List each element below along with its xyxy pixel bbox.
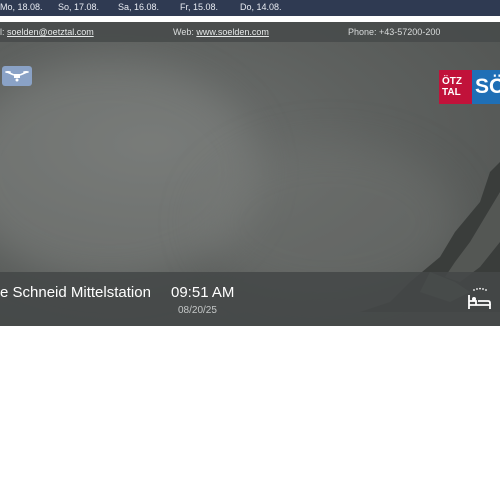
drone-icon[interactable] bbox=[2, 66, 32, 86]
archive-date-link[interactable]: Sa, 16.08. bbox=[118, 2, 159, 12]
email-prefix: l: bbox=[0, 27, 8, 37]
logo-line1: ÖTZ bbox=[442, 76, 462, 87]
webcam-image: l: soelden@oetztal.com Web: www.soelden.… bbox=[0, 22, 500, 326]
archive-date-link[interactable]: So, 17.08. bbox=[58, 2, 99, 12]
phone-contact: Phone: +43-57200-200 bbox=[348, 27, 441, 37]
capture-date: 08/20/25 bbox=[178, 305, 217, 316]
capture-time: 09:51 AM bbox=[171, 284, 235, 301]
web-prefix: Web: bbox=[173, 27, 197, 37]
email-link[interactable]: soelden@oetztal.com bbox=[7, 27, 94, 37]
archive-date-link[interactable]: Do, 14.08. bbox=[240, 2, 282, 12]
logo-oetztal: ÖTZ TAL bbox=[439, 70, 472, 104]
archive-date-link[interactable]: Fr, 15.08. bbox=[180, 2, 218, 12]
logo-soelden: SÖ bbox=[472, 70, 500, 104]
contact-info-bar: l: soelden@oetztal.com Web: www.soelden.… bbox=[0, 22, 500, 42]
oetztal-soelden-logo[interactable]: ÖTZ TAL SÖ bbox=[439, 70, 500, 104]
hotel-bed-icon[interactable] bbox=[466, 287, 500, 313]
archive-date-bar: Mo, 18.08. So, 17.08. Sa, 16.08. Fr, 15.… bbox=[0, 0, 500, 16]
email-contact: l: soelden@oetztal.com bbox=[0, 27, 94, 37]
station-name: e Schneid Mittelstation bbox=[0, 284, 151, 301]
logo-line2: TAL bbox=[442, 87, 461, 98]
web-link[interactable]: www.soelden.com bbox=[196, 27, 269, 37]
web-contact: Web: www.soelden.com bbox=[173, 27, 269, 37]
archive-date-link[interactable]: Mo, 18.08. bbox=[0, 2, 43, 12]
caption-bar: e Schneid Mittelstation 09:51 AM 08/20/2… bbox=[0, 272, 500, 326]
